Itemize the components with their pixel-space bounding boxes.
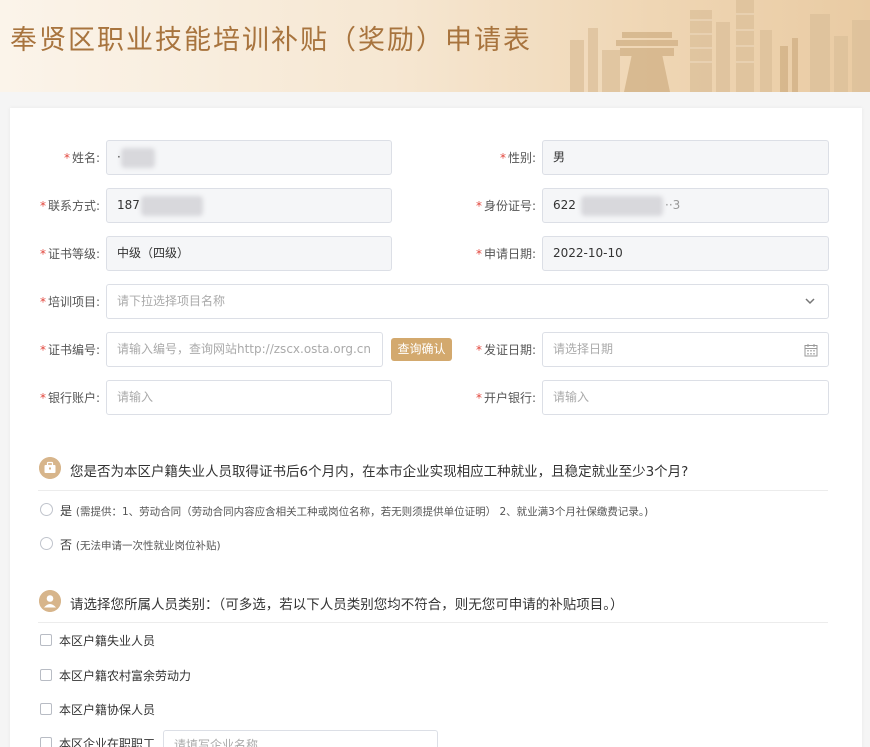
cert-number-placeholder: 请输入编号，查询网站http://zscx.osta.org.cn <box>117 342 371 356</box>
divider <box>38 490 828 491</box>
question2-text: 请选择您所属人员类别：（可多选，若以下人员类别您均不符合，则无您可申请的补贴项目… <box>70 597 624 613</box>
cert-level-value: 中级（四级） <box>117 246 190 260</box>
gender-label: * 性别: <box>499 151 536 165</box>
apply-date-field[interactable]: 2022-10-10 <box>542 236 829 271</box>
name-label: * 姓名: <box>63 151 100 165</box>
bank-name-label: * 开户银行: <box>475 391 536 405</box>
redaction-blur <box>581 196 663 216</box>
page-title: 奉贤区职业技能培训补贴（奖励）申请表 <box>10 25 532 56</box>
training-item-label: * 培训项目: <box>39 295 100 309</box>
issue-date-label: * 发证日期: <box>475 343 536 357</box>
divider <box>38 622 828 623</box>
issue-date-placeholder: 请选择日期 <box>553 342 614 356</box>
id-number-value: 622 <box>553 198 576 212</box>
phone-field[interactable]: 187 <box>106 188 392 223</box>
training-item-placeholder: 请下拉选择项目名称 <box>117 294 226 308</box>
redaction-blur <box>141 196 203 216</box>
check-confirm-button[interactable]: 查询确认 <box>391 338 452 361</box>
cert-number-label: * 证书编号: <box>39 343 100 357</box>
calendar-icon <box>804 344 818 357</box>
cert-level-field[interactable]: 中级（四级） <box>106 236 392 271</box>
checkbox-insurance-protected[interactable] <box>40 703 52 715</box>
skyline-decoration <box>570 0 870 92</box>
briefcase-icon <box>39 457 61 479</box>
bank-account-input[interactable]: 请输入 <box>106 380 392 415</box>
redaction-blur <box>121 148 155 168</box>
cert-number-input[interactable]: 请输入编号，查询网站http://zscx.osta.org.cn <box>106 332 383 367</box>
apply-date-value: 2022-10-10 <box>553 246 623 260</box>
question1-text: 您是否为本区户籍失业人员取得证书后6个月内，在本市企业实现相应工种就业，且稳定就… <box>70 464 689 480</box>
option-enterprise-employee: 本区企业在职职工 <box>59 737 156 747</box>
bank-account-label: * 银行账户: <box>39 391 100 405</box>
company-name-placeholder: 请填写企业名称 <box>174 738 259 747</box>
gender-value: 男 <box>553 150 566 164</box>
option-insurance-protected: 本区户籍协保人员 <box>59 703 156 717</box>
option-local-unemployed: 本区户籍失业人员 <box>59 634 156 648</box>
page-banner: 奉贤区职业技能培训补贴（奖励）申请表 <box>0 0 870 92</box>
phone-value: 187 <box>117 198 140 212</box>
issue-date-picker[interactable]: 请选择日期 <box>542 332 829 367</box>
id-number-tail: ··3 <box>665 198 681 212</box>
checkbox-local-unemployed[interactable] <box>40 634 52 646</box>
bank-name-input[interactable]: 请输入 <box>542 380 829 415</box>
option-rural-surplus-labor: 本区户籍农村富余劳动力 <box>59 669 192 683</box>
id-number-field[interactable]: 622 ··3 <box>542 188 829 223</box>
option-yes: 是 (需提供：1、劳动合同（劳动合同内容应含相关工种或岗位名称，若无则须提供单位… <box>60 504 649 518</box>
company-name-input[interactable]: 请填写企业名称 <box>163 730 438 747</box>
radio-yes[interactable] <box>40 503 53 516</box>
gender-field[interactable]: 男 <box>542 140 829 175</box>
option-no: 否 (无法申请一次性就业岗位补贴) <box>60 538 221 552</box>
bank-name-placeholder: 请输入 <box>553 390 590 404</box>
id-number-label: * 身份证号: <box>475 199 536 213</box>
training-item-select[interactable]: 请下拉选择项目名称 <box>106 284 829 319</box>
name-field[interactable]: · <box>106 140 392 175</box>
checkbox-rural-surplus-labor[interactable] <box>40 669 52 681</box>
radio-no[interactable] <box>40 537 53 550</box>
user-icon <box>39 590 61 612</box>
chevron-down-icon <box>805 298 815 305</box>
phone-label: * 联系方式: <box>39 199 100 213</box>
cert-level-label: * 证书等级: <box>39 247 100 261</box>
apply-date-label: * 申请日期: <box>475 247 536 261</box>
bank-account-placeholder: 请输入 <box>117 390 154 404</box>
checkbox-enterprise-employee[interactable] <box>40 737 52 747</box>
